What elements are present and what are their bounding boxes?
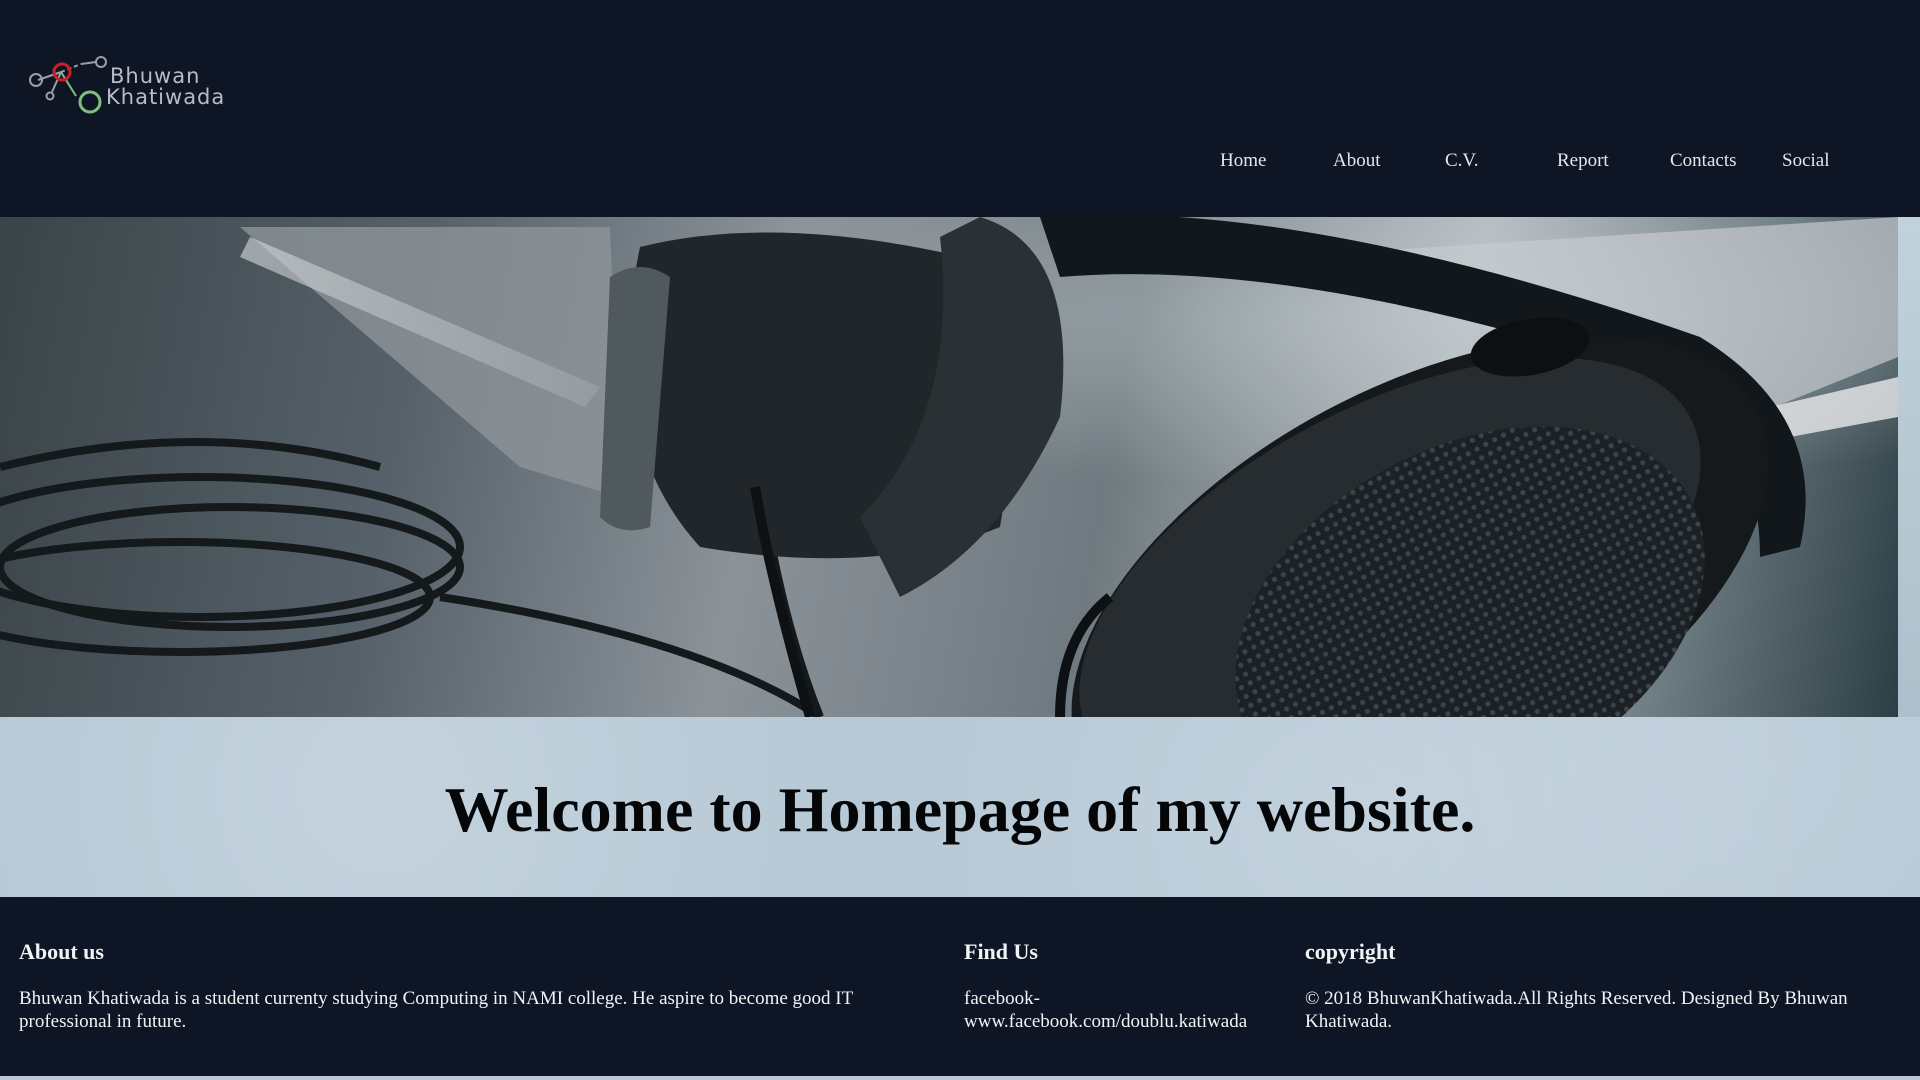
nav-cv[interactable]: C.V. [1445,150,1478,172]
nav-about[interactable]: About [1333,150,1381,172]
main-nav: Home About C.V. Report Contacts Social [0,150,1920,180]
molecule-logo-icon [29,56,107,114]
page: Bhuwan Khatiwada Home About C.V. Report … [0,0,1920,1080]
footer-find-text: facebook- www.facebook.com/doublu.katiwa… [964,987,1294,1033]
hero-banner [0,217,1898,717]
footer-copyright: copyright © 2018 BhuwanKhatiwada.All Rig… [1305,939,1905,1033]
facebook-link[interactable]: www.facebook.com/doublu.katiwada [964,1011,1247,1032]
site-footer: About us Bhuwan Khatiwada is a student c… [0,897,1920,1078]
nav-social[interactable]: Social [1782,150,1830,172]
footer-copyright-text: © 2018 BhuwanKhatiwada.All Rights Reserv… [1305,988,1848,1032]
welcome-title: Welcome to Homepage of my website. [444,774,1476,845]
footer-find-line-1: facebook- [964,988,1040,1009]
nav-home[interactable]: Home [1220,150,1266,172]
nav-contacts[interactable]: Contacts [1670,150,1737,172]
footer-bottom-line [0,1076,1920,1080]
site-logo[interactable]: Bhuwan Khatiwada [26,52,226,118]
footer-copyright-heading: copyright [1305,939,1396,964]
footer-about-text: Bhuwan Khatiwada is a student currenty s… [19,988,853,1032]
logo-text: Bhuwan Khatiwada [106,66,225,108]
hero-side-strip [1898,217,1920,717]
headphones-photo [0,217,1898,717]
welcome-section: Welcome to Homepage of my website. [0,717,1920,897]
footer-about: About us Bhuwan Khatiwada is a student c… [19,939,919,1033]
logo-line-2: Khatiwada [106,85,226,109]
nav-report[interactable]: Report [1557,150,1609,172]
site-header: Bhuwan Khatiwada Home About C.V. Report … [0,0,1920,217]
footer-find-heading: Find Us [964,939,1038,964]
footer-find: Find Us facebook- www.facebook.com/doubl… [964,939,1294,1033]
footer-about-heading: About us [19,939,104,964]
